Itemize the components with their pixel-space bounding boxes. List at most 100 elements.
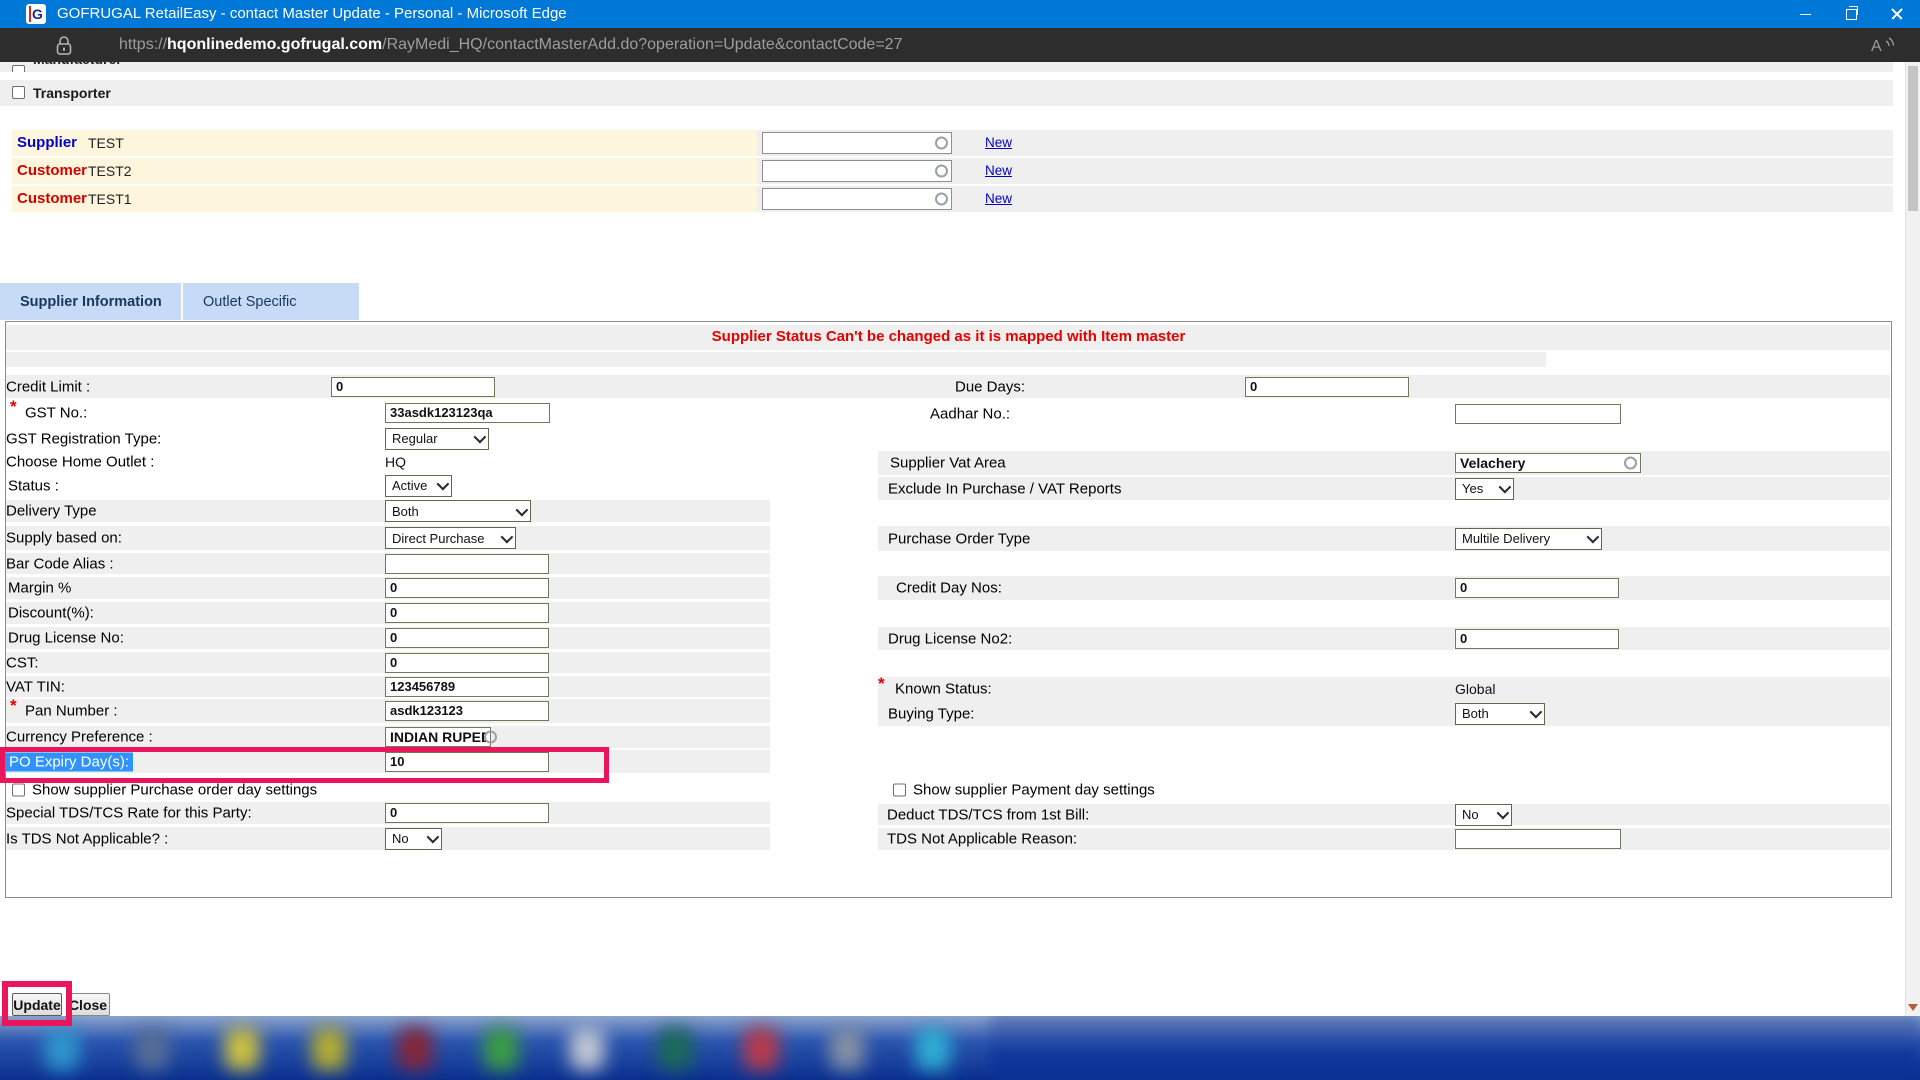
input-value: 0 — [390, 654, 544, 672]
field-input[interactable] — [1455, 829, 1621, 849]
form-row-right-10: Deduct TDS/TCS from 1st Bill: No — [0, 804, 1920, 825]
input-value: 0 — [1460, 579, 1614, 597]
contact-search-input[interactable] — [762, 160, 952, 182]
chevron-down-icon — [474, 431, 487, 444]
input-value — [1460, 830, 1616, 848]
field-select[interactable]: Both — [385, 500, 531, 522]
field-value-text: Global — [1455, 681, 1495, 697]
input-value: 10 — [390, 753, 544, 771]
new-contact-link[interactable]: New — [985, 163, 1012, 178]
field-label: Deduct TDS/TCS from 1st Bill: — [887, 806, 1089, 823]
field-select[interactable]: Both — [1455, 703, 1545, 725]
taskbar-app-icon-blurred[interactable] — [312, 1028, 346, 1070]
url-host: hqonlinedemo.gofrugal.com — [167, 36, 382, 53]
taskbar-app-icon-blurred[interactable] — [135, 1028, 169, 1070]
taskbar-app-icon-blurred[interactable] — [45, 1028, 79, 1070]
contact-name: TEST1 — [88, 191, 132, 207]
form-row-left-2: GST Registration Type: Regular — [0, 428, 1920, 449]
field-select[interactable]: Regular — [385, 428, 489, 450]
select-value: Both — [1462, 706, 1489, 721]
restore-icon — [1846, 9, 1857, 20]
input-value — [1460, 405, 1616, 423]
field-input[interactable]: 0 — [1455, 629, 1619, 649]
taskbar-app-icon-blurred[interactable] — [658, 1028, 692, 1070]
new-contact-link[interactable]: New — [985, 191, 1012, 206]
field-input[interactable] — [1455, 404, 1621, 424]
page-scrollbar[interactable] — [1905, 62, 1920, 1016]
select-value: Both — [392, 504, 419, 519]
close-button[interactable] — [1874, 0, 1920, 28]
taskbar-app-icon-blurred[interactable] — [225, 1028, 259, 1070]
address-bar-url[interactable]: https://hqonlinedemo.gofrugal.com/RayMed… — [119, 28, 902, 62]
form-row-right-5: Credit Day Nos: 0 — [0, 576, 1920, 600]
field-input[interactable]: 0 — [1455, 578, 1619, 598]
field-select[interactable]: Yes — [1455, 478, 1514, 500]
field-label: Credit Day Nos: — [896, 580, 1002, 597]
form-row-right-0: Due Days:0 — [0, 375, 1920, 398]
windows-taskbar[interactable] — [0, 1016, 1920, 1080]
tab-outlet-specific[interactable]: Outlet Specific — [183, 283, 359, 320]
form-row-right-2: Supplier Vat AreaVelachery — [0, 451, 1920, 475]
field-select[interactable]: Multile Delivery — [1455, 528, 1602, 550]
restore-button[interactable] — [1828, 0, 1874, 28]
form-row-left-15: PO Expiry Day(s):10 — [0, 750, 1920, 773]
form-row-right-6: Drug License No2: 0 — [0, 627, 1920, 650]
chevron-down-icon — [1530, 706, 1543, 719]
close-page-button[interactable]: Close — [66, 993, 110, 1016]
input-value: Velachery — [1460, 454, 1636, 472]
manufacturer-checkbox[interactable] — [12, 65, 25, 72]
field-input[interactable]: 0 — [1245, 377, 1409, 397]
transporter-label: Transporter — [33, 85, 111, 101]
row-stripe — [878, 451, 1890, 475]
field-checkbox[interactable] — [893, 784, 906, 797]
form-row-left-7: Bar Code Alias : — [0, 553, 1920, 574]
field-input[interactable]: Velachery — [1455, 453, 1641, 473]
clipped-manufacturer-row: Manufacturer — [0, 62, 1893, 72]
new-contact-link[interactable]: New — [985, 135, 1012, 150]
transporter-row: Transporter — [0, 80, 1893, 106]
field-label: Exclude In Purchase / VAT Reports — [888, 480, 1121, 497]
tab-supplier-information[interactable]: Supplier Information — [0, 283, 181, 320]
read-aloud-icon[interactable]: A — [1870, 34, 1896, 56]
browser-urlbar: https://hqonlinedemo.gofrugal.com/RayMed… — [0, 28, 1920, 62]
field-input[interactable]: 0 — [385, 653, 549, 673]
form-row-left-11: CST:0 — [0, 652, 1920, 673]
taskbar-app-icon-blurred[interactable] — [916, 1028, 950, 1070]
scrollbar-thumb[interactable] — [1908, 66, 1918, 211]
scrollbar-down-arrow-icon[interactable] — [1908, 1004, 1918, 1011]
contact-search-input[interactable] — [762, 132, 952, 154]
taskbar-app-icon-blurred[interactable] — [484, 1028, 518, 1070]
field-input[interactable] — [385, 554, 549, 574]
field-label: GST Registration Type: — [6, 430, 161, 447]
taskbar-app-icon-blurred[interactable] — [830, 1028, 864, 1070]
browser-titlebar: G GOFRUGAL RetailEasy - contact Master U… — [0, 0, 1920, 28]
field-select[interactable]: No — [1455, 804, 1512, 826]
window-controls — [1782, 0, 1920, 28]
contact-name: TEST — [88, 135, 124, 151]
minimize-button[interactable] — [1782, 0, 1828, 28]
taskbar-app-icon-blurred[interactable] — [570, 1028, 604, 1070]
field-label: Drug License No2: — [888, 630, 1012, 647]
field-label: Purchase Order Type — [888, 530, 1030, 547]
field-input[interactable]: 10 — [385, 752, 549, 772]
chevron-down-icon — [1499, 481, 1512, 494]
field-input[interactable]: 0 — [385, 603, 549, 623]
contact-search-input[interactable] — [762, 188, 952, 210]
update-button[interactable]: Update — [12, 993, 62, 1016]
chevron-down-icon — [1587, 531, 1600, 544]
taskbar-app-icon-blurred[interactable] — [398, 1028, 432, 1070]
transporter-checkbox[interactable] — [12, 86, 25, 99]
required-asterisk: * — [878, 674, 885, 694]
taskbar-app-icon-blurred[interactable] — [744, 1028, 778, 1070]
svg-text:A: A — [1871, 38, 1882, 55]
row-stripe — [878, 576, 1890, 600]
search-circle-icon — [935, 193, 948, 206]
row-stripe — [878, 627, 1890, 650]
lock-icon[interactable] — [55, 35, 73, 56]
form-row-right-9: Show supplier Payment day settings — [0, 782, 1920, 798]
input-value: 0 — [1250, 378, 1404, 396]
tab-label: Outlet Specific — [203, 294, 297, 310]
field-input[interactable]: INDIAN RUPEE — [385, 727, 491, 747]
input-value: 0 — [390, 604, 544, 622]
screen: G GOFRUGAL RetailEasy - contact Master U… — [0, 0, 1920, 1080]
